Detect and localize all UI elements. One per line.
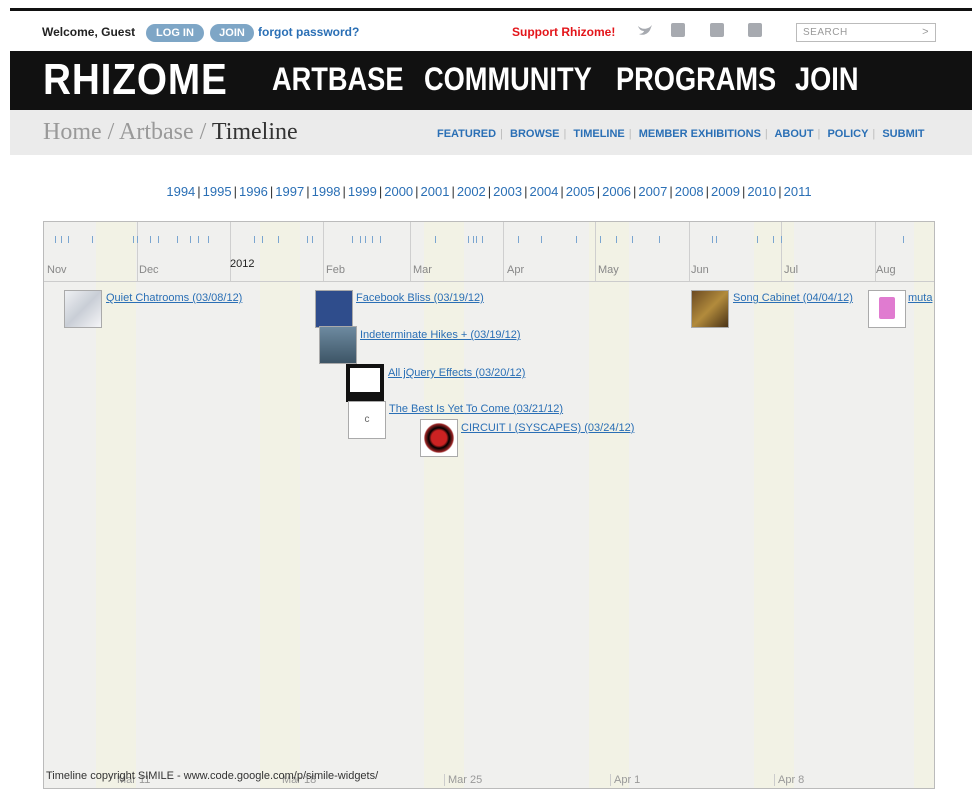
month-label: May	[598, 264, 619, 276]
nav-join[interactable]: JOIN	[795, 61, 858, 98]
month-label: Aug	[876, 264, 896, 276]
day-band	[754, 222, 794, 788]
timeline-widget[interactable]: Nov Dec 2012 Feb Mar Apr May Jun Jul Aug…	[43, 221, 935, 789]
subnav-about[interactable]: ABOUT	[774, 128, 813, 140]
timeline-event[interactable]: Facebook Bliss (03/19/12)	[356, 292, 484, 304]
nav-community[interactable]: COMMUNITY	[424, 61, 592, 98]
year-link[interactable]: 1999	[348, 184, 377, 199]
day-band	[424, 222, 464, 788]
subnav-member-exhibitions[interactable]: MEMBER EXHIBITIONS	[639, 128, 761, 140]
support-link[interactable]: Support Rhizome!	[512, 25, 615, 39]
welcome-text: Welcome, Guest	[42, 25, 136, 39]
search-placeholder: SEARCH	[803, 27, 848, 38]
event-thumbnail[interactable]	[868, 290, 906, 328]
subnav-policy[interactable]: POLICY	[827, 128, 868, 140]
year-link[interactable]: 1998	[312, 184, 341, 199]
year-link[interactable]: 2003	[493, 184, 522, 199]
facebook-icon[interactable]	[671, 23, 685, 37]
month-label: Jul	[784, 264, 799, 276]
subnav-featured[interactable]: FEATURED	[437, 128, 496, 140]
copyright-notice[interactable]: Timeline copyright SIMILE - www.code.goo…	[46, 770, 378, 782]
search-go-button[interactable]: >	[922, 26, 929, 38]
year-link[interactable]: 2001	[421, 184, 450, 199]
month-label: Dec	[139, 264, 159, 276]
day-band	[260, 222, 300, 788]
year-link[interactable]: 1997	[275, 184, 304, 199]
timeline-event[interactable]: All jQuery Effects (03/20/12)	[388, 367, 525, 379]
rss-icon[interactable]	[748, 23, 762, 37]
breadcrumb-artbase[interactable]: Artbase	[119, 119, 194, 145]
breadcrumb-bar: Home / Artbase / Timeline FEATURED | BROW…	[10, 110, 972, 155]
event-thumbnail[interactable]	[64, 290, 102, 328]
login-button[interactable]: LOG IN	[146, 24, 204, 42]
year-link[interactable]: 2007	[638, 184, 667, 199]
timeline-event[interactable]: The Best Is Yet To Come (03/21/12)	[389, 403, 563, 415]
event-thumbnail[interactable]	[315, 290, 353, 328]
year-link[interactable]: 2005	[566, 184, 595, 199]
month-label: Feb	[326, 264, 345, 276]
timeline-event[interactable]: Indeterminate Hikes + (03/19/12)	[360, 329, 521, 341]
twitter-icon[interactable]	[637, 23, 652, 37]
join-pill-button[interactable]: JOIN	[210, 24, 254, 42]
year-link[interactable]: 1995	[203, 184, 232, 199]
year-link[interactable]: 2008	[675, 184, 704, 199]
rhizome-logo[interactable]: RHIZOME	[43, 55, 228, 105]
nav-artbase[interactable]: ARTBASE	[272, 61, 403, 98]
subnav-timeline[interactable]: TIMELINE	[573, 128, 624, 140]
date-label: Apr 8	[774, 774, 804, 786]
event-thumbnail[interactable]: c	[348, 401, 386, 439]
timeline-event[interactable]: Song Cabinet (04/04/12)	[733, 292, 853, 304]
year-link[interactable]: 1994	[166, 184, 195, 199]
month-label: Nov	[47, 264, 67, 276]
breadcrumb-home[interactable]: Home	[43, 119, 102, 145]
nav-programs[interactable]: PROGRAMS	[616, 61, 776, 98]
search-input[interactable]: SEARCH >	[796, 23, 936, 42]
subnav-browse[interactable]: BROWSE	[510, 128, 560, 140]
event-thumbnail[interactable]	[346, 364, 384, 402]
date-label: Apr 1	[610, 774, 640, 786]
timeline-event[interactable]: CIRCUIT I (SYSCAPES) (03/24/12)	[461, 422, 634, 434]
year-link[interactable]: 2006	[602, 184, 631, 199]
year-link[interactable]: 2004	[529, 184, 558, 199]
day-band	[589, 222, 629, 788]
event-thumbnail[interactable]	[420, 419, 458, 457]
month-label: Jun	[691, 264, 709, 276]
timeline-event[interactable]: Quiet Chatrooms (03/08/12)	[106, 292, 242, 304]
artbase-subnav: FEATURED | BROWSE | TIMELINE | MEMBER EXHIB…	[437, 128, 925, 140]
event-thumbnail[interactable]	[319, 326, 357, 364]
year-link[interactable]: 2002	[457, 184, 486, 199]
year-link[interactable]: 2010	[747, 184, 776, 199]
breadcrumb: Home / Artbase / Timeline	[43, 119, 298, 145]
main-nav: RHIZOME ARTBASE COMMUNITY PROGRAMS JOIN	[10, 51, 972, 110]
date-label: Mar 25	[444, 774, 482, 786]
month-label: Apr	[507, 264, 525, 276]
year-label: 2012	[230, 258, 255, 270]
year-link[interactable]: 2009	[711, 184, 740, 199]
year-link[interactable]: 2000	[384, 184, 413, 199]
event-thumbnail[interactable]	[691, 290, 729, 328]
year-link[interactable]: 2011	[784, 184, 812, 199]
page-title: Timeline	[211, 119, 298, 145]
subnav-submit[interactable]: SUBMIT	[882, 128, 924, 140]
timeline-footer-band: Mar 11 Mar 18 Mar 25 Apr 1 Apr 8 Timelin…	[44, 768, 934, 788]
timeline-event[interactable]: muta	[908, 292, 932, 304]
day-band	[914, 222, 934, 788]
year-links: 1994 | 1995 | 1996 | 1997 | 1998 | 1999 | 2000 | 2001 |…	[166, 184, 812, 199]
year-link[interactable]: 1996	[239, 184, 268, 199]
day-band	[96, 222, 136, 788]
month-label: Mar	[413, 264, 432, 276]
forgot-password-link[interactable]: forgot password?	[258, 25, 359, 39]
email-icon[interactable]	[710, 23, 724, 37]
handheld-icon	[879, 297, 895, 319]
